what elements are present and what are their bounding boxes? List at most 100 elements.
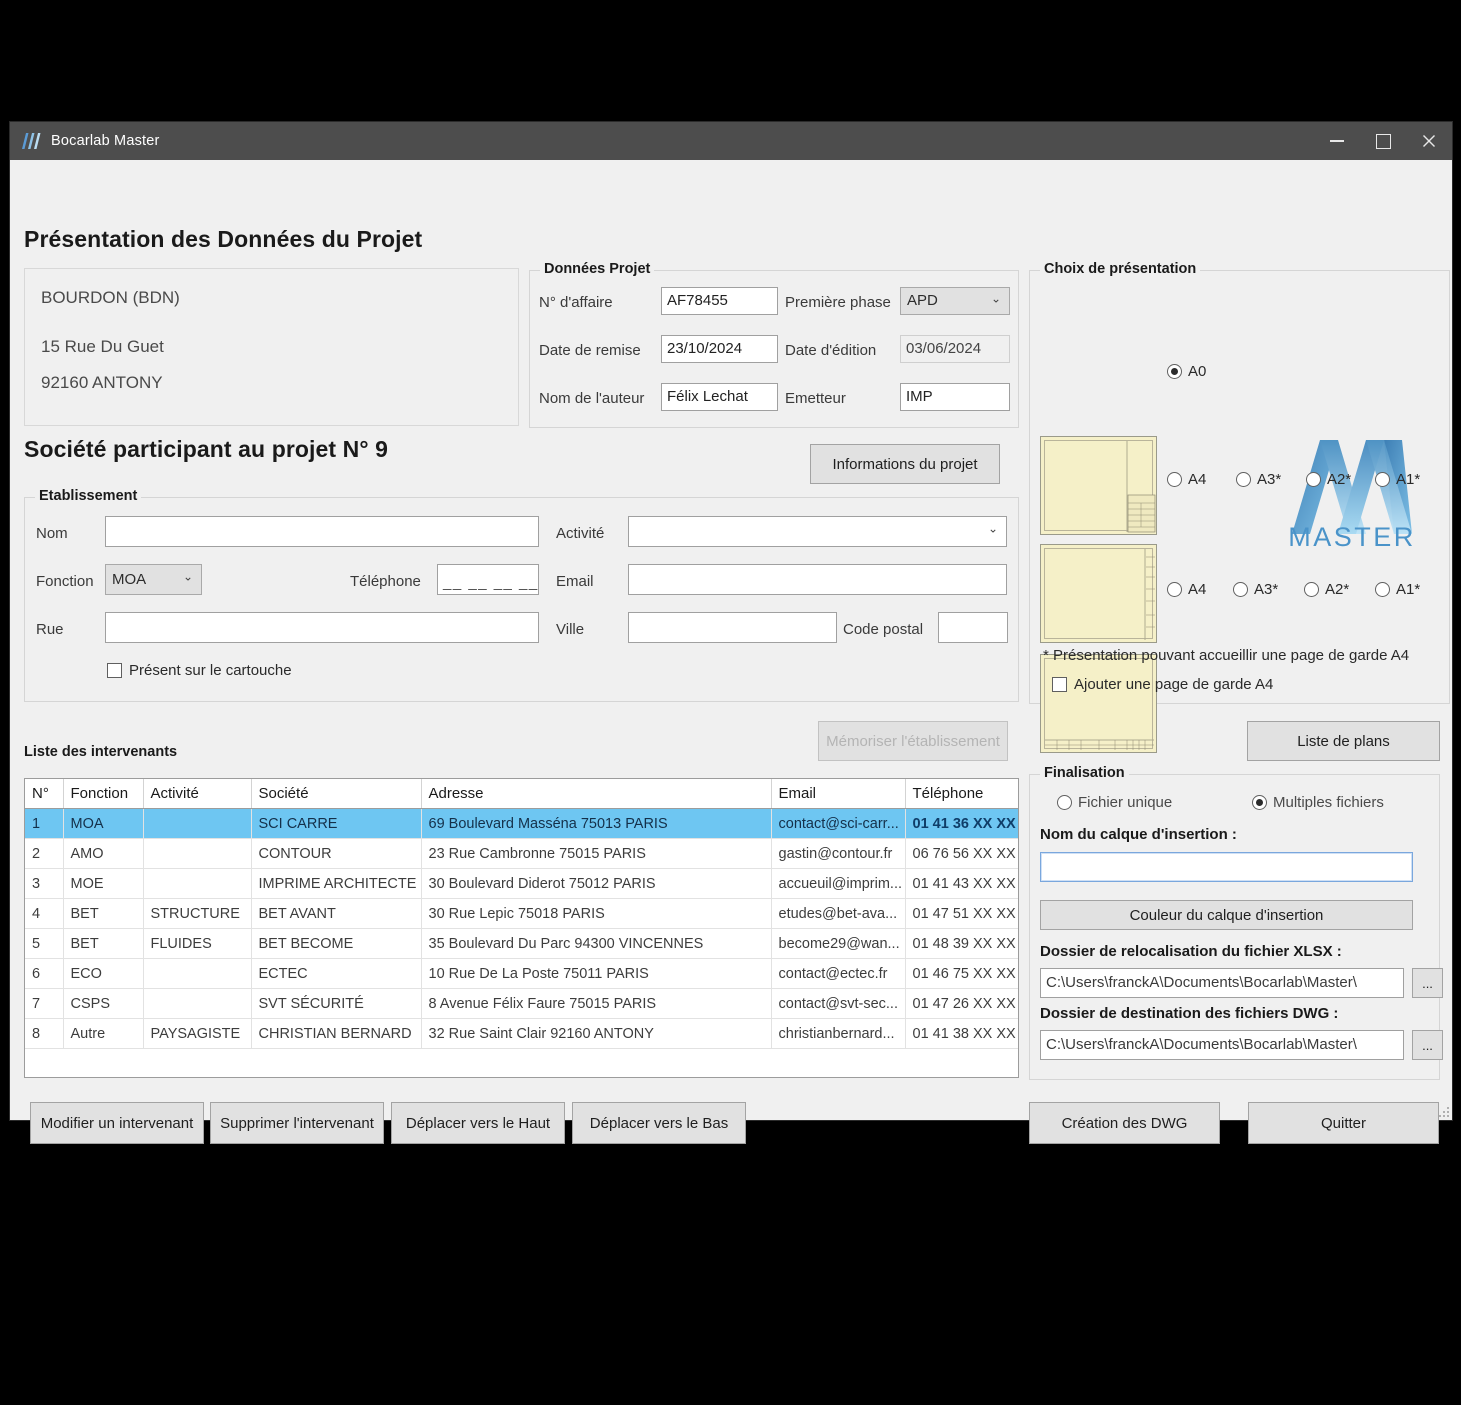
cell-telephone: 06 76 56 XX XX bbox=[905, 838, 1018, 869]
auteur-input[interactable]: Félix Lechat bbox=[661, 383, 778, 411]
phase-combo[interactable]: APD ⌄ bbox=[900, 287, 1010, 315]
resize-grip[interactable] bbox=[1437, 1105, 1449, 1117]
col-fonction[interactable]: Fonction bbox=[63, 779, 144, 809]
chevron-down-icon: ⌄ bbox=[987, 521, 998, 536]
table-row[interactable]: 2 AMO CONTOUR 23 Rue Cambronne 75015 PARIS g… bbox=[25, 838, 1018, 869]
cell-activite bbox=[143, 868, 252, 899]
deplacer-bas-button[interactable]: Déplacer vers le Bas bbox=[572, 1102, 746, 1144]
thumbnail-a4-right[interactable] bbox=[1040, 544, 1157, 643]
thumbnail-a4-bottom[interactable] bbox=[1040, 654, 1157, 753]
cell-fonction: BET bbox=[63, 898, 144, 929]
radio-r2-a4[interactable]: A4 bbox=[1167, 471, 1206, 488]
radio-a0[interactable]: A0 bbox=[1167, 363, 1206, 380]
remise-datepicker[interactable]: 23/10/2024 ▤▾ bbox=[661, 335, 778, 363]
col-num[interactable]: N° bbox=[25, 779, 64, 809]
telephone-input[interactable]: __ __ __ __ __ bbox=[437, 564, 539, 595]
table-row[interactable]: 6 ECO ECTEC 10 Rue De La Poste 75011 PARIS c… bbox=[25, 958, 1018, 989]
memoriser-etablissement-button[interactable]: Mémoriser l'établissement bbox=[818, 721, 1008, 761]
col-email[interactable]: Email bbox=[771, 779, 906, 809]
cell-activite bbox=[143, 838, 252, 869]
page-garde-checkbox[interactable]: Ajouter une page de garde A4 bbox=[1052, 676, 1273, 693]
modifier-intervenant-button[interactable]: Modifier un intervenant bbox=[30, 1102, 204, 1144]
cell-num: 6 bbox=[25, 958, 64, 989]
cell-societe: ECTEC bbox=[251, 958, 422, 989]
cell-fonction: AMO bbox=[63, 838, 144, 869]
affaire-input[interactable]: AF78455 bbox=[661, 287, 778, 315]
phase-value: APD bbox=[907, 292, 938, 309]
code-postal-input[interactable] bbox=[938, 612, 1008, 643]
radio-r2-a2-label: A2* bbox=[1327, 471, 1352, 488]
supprimer-intervenant-button[interactable]: Supprimer l'intervenant bbox=[210, 1102, 384, 1144]
table-row[interactable]: 5 BET FLUIDES BET BECOME 35 Boulevard Du Par… bbox=[25, 928, 1018, 959]
cartouche-checkbox[interactable]: Présent sur le cartouche bbox=[107, 662, 292, 679]
table-row[interactable]: 4 BET STRUCTURE BET AVANT 30 Rue Lepic 75018… bbox=[25, 898, 1018, 929]
cartouche-label: Présent sur le cartouche bbox=[129, 662, 292, 679]
emetteur-input[interactable]: IMP bbox=[900, 383, 1010, 411]
col-telephone[interactable]: Téléphone bbox=[905, 779, 1018, 809]
radio-multiples-fichiers[interactable]: Multiples fichiers bbox=[1252, 794, 1384, 811]
dwg-path-input[interactable]: C:\Users\franckA\Documents\Bocarlab\Mast… bbox=[1040, 1030, 1404, 1060]
radio-r3-a3[interactable]: A3* bbox=[1233, 581, 1278, 598]
radio-dot-icon bbox=[1252, 795, 1267, 810]
activite-combo[interactable]: ⌄ bbox=[628, 516, 1007, 547]
quitter-button[interactable]: Quitter bbox=[1248, 1102, 1439, 1144]
radio-r3-a2[interactable]: A2* bbox=[1304, 581, 1349, 598]
xlsx-path-input[interactable]: C:\Users\franckA\Documents\Bocarlab\Mast… bbox=[1040, 968, 1404, 998]
radio-r2-a2[interactable]: A2* bbox=[1306, 471, 1351, 488]
presentation-legend: Choix de présentation bbox=[1040, 261, 1201, 277]
fonction-value: MOA bbox=[112, 571, 147, 588]
fonction-combo[interactable]: MOA ⌄ bbox=[105, 564, 202, 595]
liste-de-plans-button[interactable]: Liste de plans bbox=[1247, 721, 1440, 761]
rue-input[interactable] bbox=[105, 612, 539, 643]
creation-dwg-button[interactable]: Création des DWG bbox=[1029, 1102, 1220, 1144]
calque-input[interactable] bbox=[1040, 852, 1413, 882]
radio-r2-a3[interactable]: A3* bbox=[1236, 471, 1281, 488]
radio-r3-a1[interactable]: A1* bbox=[1375, 581, 1420, 598]
maximize-button[interactable] bbox=[1360, 122, 1406, 160]
email-input[interactable] bbox=[628, 564, 1007, 595]
minimize-button[interactable] bbox=[1314, 122, 1360, 160]
cell-adresse: 10 Rue De La Poste 75011 PARIS bbox=[421, 958, 772, 989]
deplacer-haut-button[interactable]: Déplacer vers le Haut bbox=[391, 1102, 565, 1144]
radio-dot-icon bbox=[1375, 582, 1390, 597]
cell-societe: SVT SÉCURITÉ bbox=[251, 988, 422, 1019]
nom-input[interactable] bbox=[105, 516, 539, 547]
radio-r3-a3-label: A3* bbox=[1254, 581, 1279, 598]
couleur-calque-button[interactable]: Couleur du calque d'insertion bbox=[1040, 900, 1413, 930]
ville-input[interactable] bbox=[628, 612, 837, 643]
chevron-down-icon: ⌄ bbox=[182, 569, 193, 584]
col-adresse[interactable]: Adresse bbox=[421, 779, 772, 809]
close-button[interactable] bbox=[1406, 122, 1452, 160]
email-label: Email bbox=[556, 573, 594, 590]
radio-fichier-unique[interactable]: Fichier unique bbox=[1057, 794, 1172, 811]
table-row[interactable]: 8 Autre PAYSAGISTE CHRISTIAN BERNARD 32 Rue … bbox=[25, 1018, 1018, 1049]
window-title: Bocarlab Master bbox=[51, 133, 160, 149]
xlsx-browse-button[interactable]: ... bbox=[1412, 968, 1443, 998]
intervenants-table[interactable]: N° Fonction Activité Société Adresse Ema… bbox=[24, 778, 1019, 1078]
col-societe[interactable]: Société bbox=[251, 779, 422, 809]
project-street: 15 Rue Du Guet bbox=[41, 337, 164, 356]
cell-adresse: 30 Rue Lepic 75018 PARIS bbox=[421, 898, 772, 929]
cell-telephone: 01 41 38 XX XX bbox=[905, 1018, 1018, 1049]
thumbnail-a0[interactable] bbox=[1040, 436, 1157, 535]
cell-activite: PAYSAGISTE bbox=[143, 1018, 252, 1049]
radio-r2-a1-label: A1* bbox=[1396, 471, 1421, 488]
cell-adresse: 8 Avenue Félix Faure 75015 PARIS bbox=[421, 988, 772, 1019]
fichier-unique-label: Fichier unique bbox=[1078, 794, 1173, 811]
client-area: Présentation des Données du Projet BOURD… bbox=[10, 160, 1452, 1144]
col-activite[interactable]: Activité bbox=[143, 779, 252, 809]
cell-email: gastin@contour.fr bbox=[771, 838, 906, 869]
radio-r2-a1[interactable]: A1* bbox=[1375, 471, 1420, 488]
cell-telephone: 01 41 36 XX XX bbox=[905, 808, 1018, 839]
table-row[interactable]: 3 MOE IMPRIME ARCHITECTE 30 Boulevard Dider… bbox=[25, 868, 1018, 899]
radio-a0-label: A0 bbox=[1188, 363, 1207, 380]
radio-r3-a4[interactable]: A4 bbox=[1167, 581, 1206, 598]
cell-email: accueuil@imprim... bbox=[771, 868, 906, 899]
cell-fonction: MOA bbox=[63, 808, 144, 839]
table-row[interactable]: 1 MOA SCI CARRE 69 Boulevard Masséna 75013 … bbox=[25, 808, 1018, 839]
table-row[interactable]: 7 CSPS SVT SÉCURITÉ 8 Avenue Félix Faure 75… bbox=[25, 988, 1018, 1019]
checkbox-box-icon bbox=[107, 663, 122, 678]
dwg-browse-button[interactable]: ... bbox=[1412, 1030, 1443, 1060]
informations-du-projet-button[interactable]: Informations du projet bbox=[810, 444, 1000, 484]
cell-adresse: 23 Rue Cambronne 75015 PARIS bbox=[421, 838, 772, 869]
